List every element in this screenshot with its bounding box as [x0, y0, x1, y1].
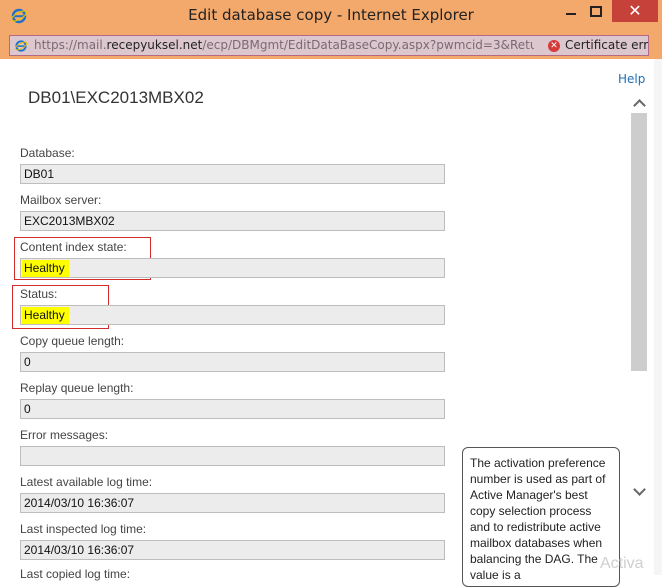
page-title: DB01\EXC2013MBX02: [28, 88, 204, 107]
certificate-error-icon[interactable]: ✕: [548, 40, 560, 52]
url-domain: recepyuksel.net: [106, 38, 203, 52]
scroll-thumb[interactable]: [631, 113, 647, 371]
close-button[interactable]: ✕: [612, 0, 658, 22]
content-index-state-label: Content index state:: [20, 240, 127, 254]
activation-watermark: Activa: [600, 555, 644, 572]
url-field[interactable]: https://mail.recepyuksel.net/ecp/DBMgmt/…: [9, 35, 649, 56]
replay-queue-length-field: 0: [20, 399, 445, 419]
url-path: /ecp/DBMgmt/EditDataBaseCopy.aspx?pwmcid…: [202, 38, 534, 52]
vertical-scrollbar[interactable]: [629, 95, 649, 515]
copy-queue-length-field: 0: [20, 352, 445, 372]
database-label: Database:: [20, 146, 75, 160]
latest-available-log-time-field: 2014/03/10 16:36:07: [20, 493, 445, 513]
title-bar: Edit database copy - Internet Explorer ✕: [0, 0, 662, 32]
help-link[interactable]: Help: [618, 72, 645, 86]
chevron-up-icon: [632, 99, 646, 112]
close-icon: ✕: [628, 1, 642, 20]
address-bar: https://mail.recepyuksel.net/ecp/DBMgmt/…: [0, 32, 662, 59]
replay-queue-length-label: Replay queue length:: [20, 381, 134, 395]
activation-preference-tooltip: The activation preference number is used…: [462, 447, 620, 587]
mailbox-server-field: EXC2013MBX02: [20, 211, 445, 231]
scroll-down-button[interactable]: [629, 483, 649, 501]
chevron-down-icon: [632, 483, 646, 496]
url-text: https://mail.recepyuksel.net/ecp/DBMgmt/…: [34, 38, 534, 52]
last-inspected-log-time-label: Last inspected log time:: [20, 522, 147, 536]
url-prefix: https://mail.: [34, 38, 107, 52]
minimize-icon: [566, 12, 576, 15]
scroll-up-button[interactable]: [629, 95, 649, 113]
error-messages-label: Error messages:: [20, 428, 109, 442]
minimize-button[interactable]: [558, 0, 584, 22]
last-copied-log-time-label: Last copied log time:: [20, 567, 131, 581]
certificate-error-label[interactable]: Certificate error: [565, 38, 648, 52]
last-inspected-log-time-field: 2014/03/10 16:36:07: [20, 540, 445, 560]
latest-available-log-time-label: Latest available log time:: [20, 475, 153, 489]
maximize-icon: [590, 5, 602, 17]
status-field: Healthy: [20, 305, 445, 325]
content-index-state-value: Healthy: [22, 260, 69, 277]
content-index-state-field: Healthy: [20, 258, 445, 278]
page-content: Help DB01\EXC2013MBX02 Database: DB01 Ma…: [0, 59, 662, 587]
window-right-edge: [654, 59, 662, 575]
database-field: DB01: [20, 164, 445, 184]
status-value: Healthy: [22, 307, 69, 324]
status-label: Status:: [20, 287, 58, 301]
mailbox-server-label: Mailbox server:: [20, 193, 102, 207]
internet-explorer-icon: [14, 40, 28, 52]
maximize-button[interactable]: [584, 0, 608, 22]
error-messages-field: [20, 446, 445, 466]
copy-queue-length-label: Copy queue length:: [20, 334, 125, 348]
